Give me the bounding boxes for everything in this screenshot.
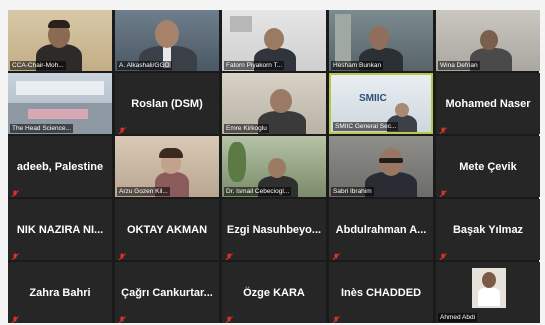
participant-name: The Head Science... — [10, 124, 73, 133]
participant-tile[interactable]: Dr. Ismail Cebeciogl... — [222, 136, 326, 197]
participant-tile[interactable]: Başak Yılmaz — [436, 199, 540, 260]
mic-muted-icon — [118, 122, 126, 134]
participant-tile[interactable]: Hesham Bunkan — [329, 10, 433, 71]
participant-tile[interactable]: NIK NAZIRA NI... — [8, 199, 112, 260]
participant-name: Dr. Ismail Cebeciogl... — [224, 187, 292, 196]
mic-muted-icon — [439, 122, 447, 134]
participant-name: Sabri Ibrahim — [331, 187, 374, 196]
mic-muted-icon — [11, 248, 19, 260]
participant-tile[interactable]: OKTAY AKMAN — [115, 199, 219, 260]
participant-name: adeeb, Palestine — [16, 160, 104, 173]
participant-name: SMIIC General Sec... — [333, 122, 399, 131]
participant-name: Arzu Gozen Kil... — [117, 187, 170, 196]
mic-muted-icon — [225, 248, 233, 260]
participant-tile[interactable]: Ahmed Abdi — [436, 262, 540, 323]
participant-name: Zahra Bahri — [29, 286, 91, 299]
participant-name: Çağrı Cankurtar... — [121, 286, 213, 299]
participant-tile[interactable]: Zahra Bahri — [8, 262, 112, 323]
meeting-window: CCA-Chair-Moh... A. Alkashali/GGO Fatorn… — [0, 0, 545, 325]
participant-name: Fatorn Piyakorn T... — [224, 61, 285, 70]
participant-tile[interactable]: Inès CHADDED — [329, 262, 433, 323]
mic-muted-icon — [118, 248, 126, 260]
participant-tile[interactable]: Çağrı Cankurtar... — [115, 262, 219, 323]
mic-muted-icon — [11, 311, 19, 323]
participant-name: Hesham Bunkan — [331, 61, 384, 70]
mic-muted-icon — [11, 185, 19, 197]
participant-tile[interactable]: Özge KARA — [222, 262, 326, 323]
gallery-grid: CCA-Chair-Moh... A. Alkashali/GGO Fatorn… — [8, 10, 540, 323]
participant-tile[interactable]: The Head Science... — [8, 73, 112, 134]
participant-name: NIK NAZIRA NI... — [16, 223, 104, 236]
participant-tile[interactable]: Fatorn Piyakorn T... — [222, 10, 326, 71]
participant-name: OKTAY AKMAN — [126, 223, 208, 236]
participant-tile[interactable]: Roslan (DSM) — [115, 73, 219, 134]
participant-tile[interactable]: Arzu Gozen Kil... — [115, 136, 219, 197]
participant-name: Inès CHADDED — [340, 286, 422, 299]
mic-muted-icon — [118, 311, 126, 323]
participant-tile[interactable]: Mohamed Naser — [436, 73, 540, 134]
participant-name: Wina Defrian — [438, 61, 480, 70]
participant-tile[interactable]: CCA-Chair-Moh... — [8, 10, 112, 71]
participant-tile[interactable]: adeeb, Palestine — [8, 136, 112, 197]
participant-tile[interactable]: Sabri Ibrahim — [329, 136, 433, 197]
mic-muted-icon — [439, 248, 447, 260]
participant-name: A. Alkashali/GGO — [117, 61, 172, 70]
participant-tile[interactable]: Mete Çevik — [436, 136, 540, 197]
participant-name: Ezgi Nasuhbeyo... — [226, 223, 322, 236]
participant-name: Roslan (DSM) — [131, 97, 203, 110]
participant-name: Başak Yılmaz — [452, 223, 524, 236]
participant-name: Mohamed Naser — [445, 97, 531, 110]
mic-muted-icon — [332, 311, 340, 323]
participant-name: CCA-Chair-Moh... — [10, 61, 66, 70]
smiic-logo: SMIIC — [359, 93, 387, 104]
participant-tile[interactable]: Ezgi Nasuhbeyo... — [222, 199, 326, 260]
participant-name: Abdulrahman A... — [335, 223, 427, 236]
participant-name: Mete Çevik — [459, 160, 517, 173]
participant-tile[interactable]: Wina Defrian — [436, 10, 540, 71]
participant-tile[interactable]: A. Alkashali/GGO — [115, 10, 219, 71]
mic-muted-icon — [225, 311, 233, 323]
participant-name: Özge KARA — [243, 286, 305, 299]
mic-muted-icon — [332, 248, 340, 260]
participant-name: Ahmed Abdi — [438, 313, 478, 322]
participant-name: Emre Kirkoglu — [224, 124, 269, 133]
mic-muted-icon — [439, 185, 447, 197]
participant-tile[interactable]: Abdulrahman A... — [329, 199, 433, 260]
participant-tile[interactable]: Emre Kirkoglu — [222, 73, 326, 134]
participant-tile-active-speaker[interactable]: SMIIC SMIIC General Sec... — [329, 73, 433, 134]
